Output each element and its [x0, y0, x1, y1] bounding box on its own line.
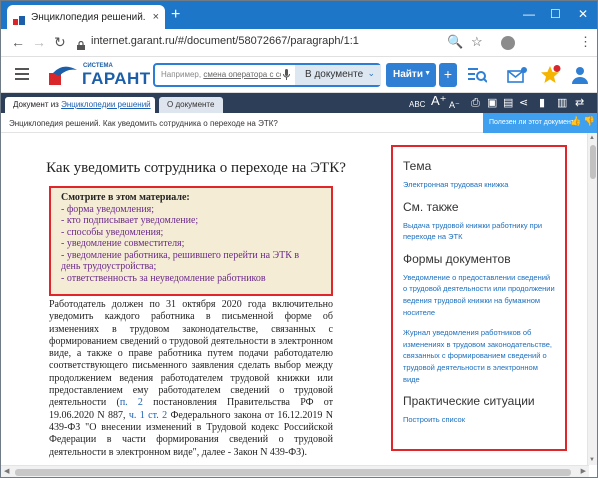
- tab-document-link[interactable]: Энциклопедии решений: [61, 100, 151, 109]
- tab-about-document[interactable]: О документе: [159, 97, 223, 113]
- forms-header: Формы документов: [403, 251, 511, 266]
- columns-icon[interactable]: ▥: [557, 96, 567, 110]
- profile-avatar[interactable]: [501, 36, 515, 50]
- form-link[interactable]: Журнал уведомления работников об изменен…: [403, 327, 555, 385]
- horizontal-scroll-thumb[interactable]: [15, 469, 571, 476]
- back-button[interactable]: ←: [11, 34, 25, 50]
- useful-prompt: Полезен ли этот документ?: [489, 119, 579, 126]
- see-also-item[interactable]: - уведомление совместителя;: [61, 238, 321, 250]
- document-tab-bar: Документ из Энциклопедии решений О докум…: [1, 93, 597, 113]
- form-link[interactable]: Уведомление о предоставлении сведений о …: [403, 272, 555, 318]
- lock-icon: [77, 37, 85, 50]
- dropdown-arrow-icon: ▼: [424, 70, 431, 77]
- close-window-button[interactable]: ✕: [578, 7, 588, 21]
- find-label: Найти: [393, 69, 423, 80]
- build-list-link[interactable]: Построить список: [403, 414, 555, 426]
- favorites-star-icon[interactable]: [540, 65, 562, 85]
- garant-favicon-icon: [13, 12, 25, 25]
- swap-icon[interactable]: ⇄: [575, 96, 584, 110]
- save-icon[interactable]: ▣: [487, 96, 497, 110]
- forward-button[interactable]: →: [32, 34, 46, 50]
- tab-document[interactable]: Документ из Энциклопедии решений: [5, 97, 155, 113]
- advanced-search-icon[interactable]: [467, 65, 487, 85]
- microphone-icon[interactable]: [283, 69, 290, 83]
- word-export-icon[interactable]: ▤: [503, 96, 513, 110]
- reload-button[interactable]: ↻: [54, 34, 66, 50]
- scroll-left-icon[interactable]: ◀: [4, 467, 9, 475]
- page-title: Как уведомить сотрудника о переходе на Э…: [46, 160, 346, 176]
- see-also-panel-link[interactable]: Выдача трудовой книжки работнику при пер…: [403, 220, 555, 243]
- horizontal-scrollbar[interactable]: ◀ ▶: [1, 465, 589, 477]
- document-title-bar: Энциклопедия решений. Как уведомить сотр…: [1, 113, 597, 133]
- find-button[interactable]: Найти ▼: [386, 63, 436, 87]
- situations-header: Практические ситуации: [403, 394, 535, 409]
- scroll-down-icon[interactable]: ▼: [589, 457, 595, 463]
- garant-header: СИСТЕМА ГАРАНТ Например, смена оператора…: [1, 57, 597, 93]
- feedback-bar: Полезен ли этот документ? 👍 👎: [483, 113, 597, 133]
- vertical-scrollbar[interactable]: ▲ ▼: [587, 133, 597, 465]
- decrease-font-icon[interactable]: A⁻: [449, 98, 460, 112]
- garant-logo-mark-icon: [49, 66, 77, 85]
- new-tab-button[interactable]: +: [171, 7, 180, 23]
- tab-close-icon[interactable]: ×: [153, 10, 159, 24]
- topic-header: Тема: [403, 159, 432, 173]
- vertical-scroll-thumb[interactable]: [590, 145, 596, 179]
- scroll-right-icon[interactable]: ▶: [581, 467, 586, 475]
- address-bar: ← → ↻ internet.garant.ru/#/document/5807…: [1, 29, 597, 57]
- garant-logo[interactable]: СИСТЕМА ГАРАНТ: [49, 62, 150, 88]
- document-paragraph: Работодатель должен по 31 октября 2020 г…: [49, 299, 333, 459]
- print-icon[interactable]: ⎙: [471, 96, 480, 110]
- user-profile-icon[interactable]: [569, 65, 591, 85]
- see-also-box: Смотрите в этом материале: - форма уведо…: [49, 186, 333, 296]
- browser-menu-icon[interactable]: ⋮: [579, 34, 592, 50]
- logo-title: ГАРАНТ: [82, 69, 151, 88]
- document-content: Как уведомить сотрудника о переходе на Э…: [1, 133, 589, 465]
- bookmark-star-icon[interactable]: ☆: [471, 34, 483, 50]
- see-also-header: Смотрите в этом материале:: [61, 192, 190, 203]
- mail-users-icon[interactable]: [507, 65, 529, 85]
- chevron-down-icon: ⌄: [367, 68, 375, 78]
- menu-hamburger-icon[interactable]: [15, 68, 29, 80]
- see-also-panel-header: См. также: [403, 199, 459, 214]
- font-size-label-icon[interactable]: ABC: [409, 98, 425, 112]
- search-scope-select[interactable]: В документе ⌄: [295, 65, 381, 85]
- browser-tab[interactable]: Энциклопедия решений. Как уведомить сотр…: [7, 5, 165, 29]
- increase-font-icon[interactable]: A⁺: [431, 94, 447, 108]
- search-box[interactable]: Например, смена оператора с сохранением …: [153, 63, 381, 87]
- maximize-button[interactable]: ☐: [550, 7, 561, 21]
- see-also-item[interactable]: - ответственность за неуведомление работ…: [61, 273, 321, 285]
- search-input[interactable]: Например, смена оператора с сохранением: [161, 70, 281, 79]
- bookmark-icon[interactable]: ▮: [539, 96, 545, 110]
- related-panel: Тема Электронная трудовая книжка См. так…: [391, 145, 567, 451]
- paragraph-text: Работодатель должен по 31 октября 2020 г…: [49, 299, 333, 409]
- law-link[interactable]: ч. 1 ст. 2: [129, 410, 167, 421]
- share-icon[interactable]: ⋖: [519, 96, 528, 110]
- see-also-item[interactable]: - форма уведомления;: [61, 204, 321, 216]
- browser-window: Энциклопедия решений. Как уведомить сотр…: [0, 0, 598, 478]
- document-breadcrumb: Энциклопедия решений. Как уведомить сотр…: [9, 119, 278, 128]
- scroll-up-icon[interactable]: ▲: [589, 135, 595, 141]
- topic-link[interactable]: Электронная трудовая книжка: [403, 179, 555, 191]
- scope-label: В документе: [305, 69, 364, 80]
- see-also-item[interactable]: - уведомление работника, решившего перей…: [61, 250, 321, 273]
- see-also-item[interactable]: - кто подписывает уведомление;: [61, 215, 321, 227]
- search-icon[interactable]: 🔍: [447, 34, 463, 50]
- see-also-item[interactable]: - способы уведомления;: [61, 227, 321, 239]
- tab-strip: Энциклопедия решений. Как уведомить сотр…: [1, 1, 597, 29]
- extended-search-button[interactable]: +: [439, 63, 457, 87]
- url-field[interactable]: internet.garant.ru/#/document/58072667/p…: [91, 35, 359, 47]
- law-link[interactable]: п. 2: [120, 397, 143, 408]
- tab-document-prefix: Документ из: [13, 100, 62, 109]
- minimize-button[interactable]: —: [523, 7, 535, 21]
- thumbs-icons[interactable]: 👍 👎: [570, 116, 595, 127]
- tab-title: Энциклопедия решений. Как уведомить сотр…: [31, 11, 149, 23]
